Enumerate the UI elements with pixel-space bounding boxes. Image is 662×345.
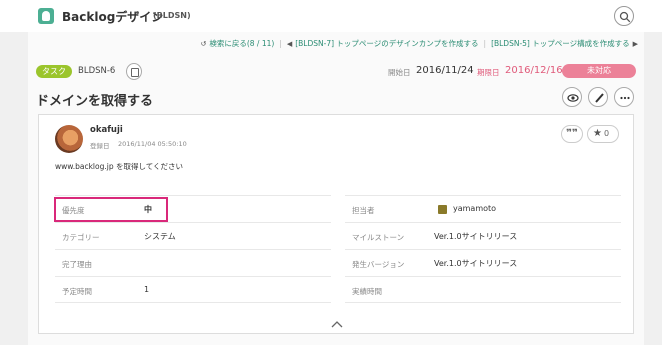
issue-navigation: ↺ 検索に戻る(8 / 11) | ◀ [BLDSN-7] トップページのデザイ… <box>200 38 638 49</box>
avatar[interactable] <box>55 125 83 153</box>
assignee-avatar-icon <box>438 205 447 214</box>
search-icon <box>619 11 631 23</box>
issue-key: BLDSN-6 <box>78 66 116 76</box>
registered-date: 2016/11/04 05:50:10 <box>118 140 187 148</box>
prev-issue-link[interactable]: [BLDSN-7] トップページのデザインカンプを作成する <box>295 38 478 49</box>
star-button[interactable]: ★ 0 <box>587 125 619 143</box>
property-actual-hours: 実績時間 <box>345 276 621 303</box>
project-key: (BLDSN) <box>153 11 191 20</box>
property-label: 予定時間 <box>62 287 92 296</box>
property-estimated-hours: 予定時間 1 <box>55 276 331 303</box>
due-date: 2016/12/16 <box>505 65 563 76</box>
registered-date-label: 登録日 <box>90 142 110 150</box>
quote-button[interactable]: ❞❞ <box>561 125 583 143</box>
issue-description: www.backlog.jp を取得してください <box>55 162 184 171</box>
property-label: 実績時間 <box>352 287 382 296</box>
issue-meta-row: タスク BLDSN-6 開始日 2016/11/24 期限日 2016/12/1… <box>36 63 636 80</box>
start-date-label: 開始日 <box>388 68 411 77</box>
properties-left: 優先度 中 カテゴリー システム 完了理由 予定時間 1 <box>54 195 331 303</box>
property-label: カテゴリー <box>62 233 100 242</box>
property-label: 優先度 <box>62 206 85 215</box>
issue-page: ↺ 検索に戻る(8 / 11) | ◀ [BLDSN-7] トップページのデザイ… <box>28 32 644 345</box>
issue-type-badge: タスク <box>36 65 72 78</box>
properties-right: 担当者 yamamoto マイルストーン Ver.1.0サイトリリース 発生バー… <box>345 195 621 303</box>
property-value: 1 <box>144 285 150 294</box>
nav-divider: | <box>483 39 487 48</box>
back-to-search-link[interactable]: 検索に戻る(8 / 11) <box>209 38 274 49</box>
property-category: カテゴリー システム <box>55 222 331 249</box>
chevron-up-icon <box>331 321 343 328</box>
status-badge[interactable]: 未対応 <box>562 64 636 78</box>
more-icon <box>620 96 630 100</box>
project-name[interactable]: Backlogデザイン <box>62 8 163 25</box>
top-bar: Backlogデザイン (BLDSN) <box>0 0 662 32</box>
eye-icon <box>567 94 579 102</box>
property-assignee: 担当者 yamamoto <box>345 195 621 222</box>
property-label: 完了理由 <box>62 260 92 269</box>
property-value[interactable]: yamamoto <box>453 204 496 213</box>
property-milestone: マイルストーン Ver.1.0サイトリリース <box>345 222 621 249</box>
property-resolution: 完了理由 <box>55 249 331 276</box>
search-button[interactable] <box>614 6 634 26</box>
prev-arrow-icon: ◀ <box>286 39 293 48</box>
property-label: マイルストーン <box>352 233 405 242</box>
start-date: 2016/11/24 <box>416 65 474 76</box>
pencil-icon <box>595 93 604 103</box>
due-date-label: 期限日 <box>477 68 500 77</box>
author-name[interactable]: okafuji <box>90 125 123 135</box>
property-value: Ver.1.0サイトリリース <box>434 232 518 241</box>
star-count: 0 <box>603 129 610 138</box>
property-value: Ver.1.0サイトリリース <box>434 259 518 268</box>
property-value: システム <box>144 232 176 241</box>
project-logo-icon[interactable] <box>38 8 54 24</box>
issue-title: ドメインを取得する <box>36 94 154 109</box>
property-value: 中 <box>144 205 152 214</box>
property-label: 担当者 <box>352 206 375 215</box>
quote-icon: ❞❞ <box>566 128 578 139</box>
property-version: 発生バージョン Ver.1.0サイトリリース <box>345 249 621 276</box>
watch-button[interactable] <box>562 87 582 107</box>
property-label: 発生バージョン <box>352 260 405 269</box>
copy-key-button[interactable] <box>126 63 142 80</box>
nav-divider: | <box>279 39 282 48</box>
property-priority: 優先度 中 <box>54 195 331 222</box>
next-arrow-icon: ▶ <box>632 39 638 48</box>
collapse-button[interactable] <box>330 314 344 328</box>
issue-detail-card: okafuji 登録日 2016/11/04 05:50:10 ❞❞ ★ 0 ww… <box>38 114 634 334</box>
edit-button[interactable] <box>588 87 608 107</box>
star-icon: ★ <box>593 128 602 139</box>
more-button[interactable] <box>614 87 634 107</box>
next-issue-link[interactable]: [BLDSN-5] トップページ構成を作成する <box>491 38 630 49</box>
back-arrow-icon: ↺ <box>200 39 207 48</box>
